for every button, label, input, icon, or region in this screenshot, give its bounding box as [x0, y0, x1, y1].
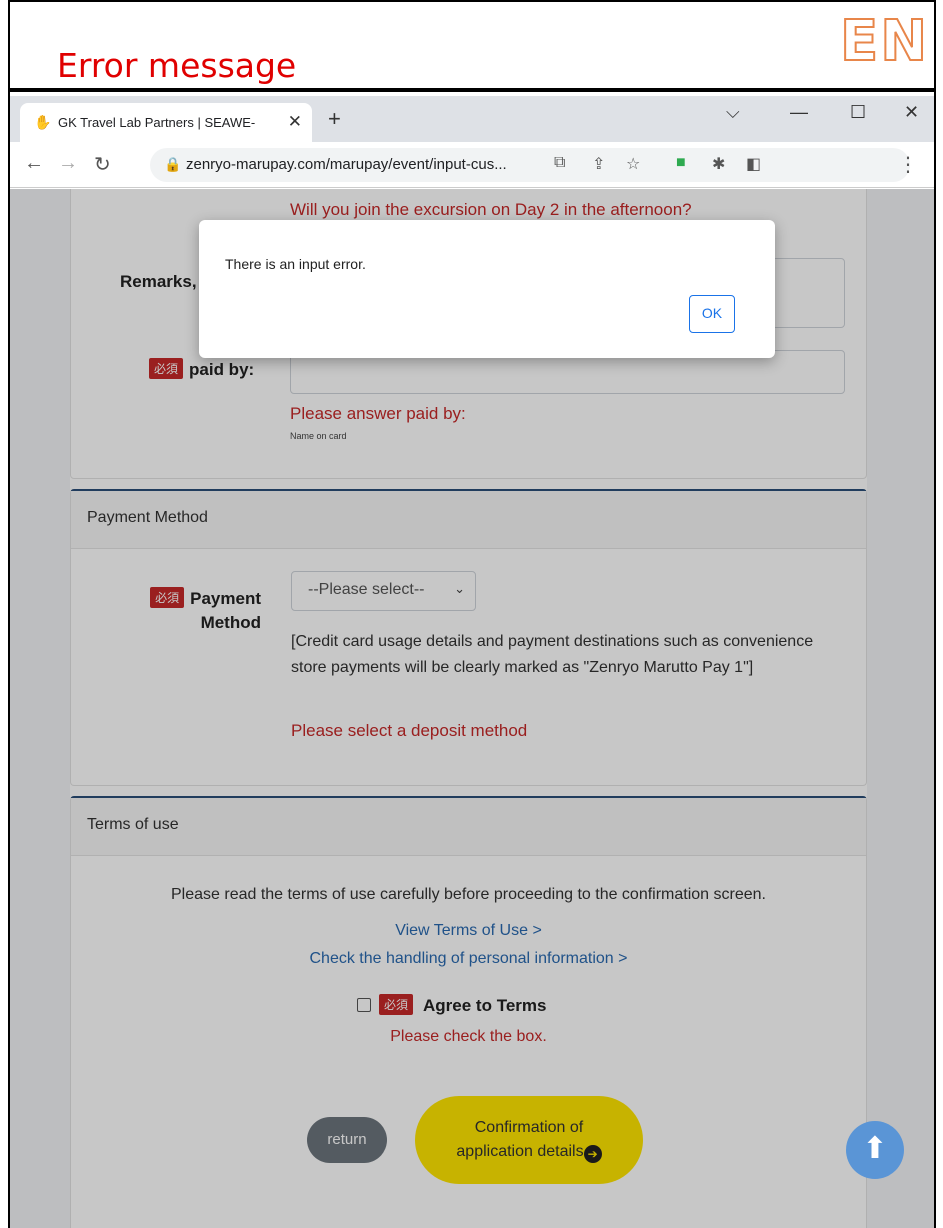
maximize-icon[interactable]: ☐ — [850, 102, 866, 123]
new-tab-button[interactable]: + — [328, 106, 341, 132]
window-close-icon[interactable]: ✕ — [904, 102, 919, 123]
url-text[interactable]: zenryo-marupay.com/marupay/event/input-c… — [186, 156, 507, 173]
translate-icon[interactable]: ⧉ — [554, 154, 565, 172]
url-omnibox[interactable]: 🔒 zenryo-marupay.com/marupay/event/input… — [150, 148, 910, 182]
back-icon[interactable]: ← — [24, 152, 44, 175]
tab-title: GK Travel Lab Partners | SEAWE- — [58, 115, 256, 130]
annotation-title: Error message — [57, 46, 297, 85]
browser-tab-bar: ✋ GK Travel Lab Partners | SEAWE- ✕ + ⌵ … — [10, 96, 934, 142]
language-badge-text: EN — [839, 9, 930, 74]
arrow-up-icon: ⬆ — [862, 1132, 888, 1165]
puzzle-icon[interactable]: ✱ — [712, 154, 725, 174]
dialog-message: There is an input error. — [225, 256, 366, 272]
minimize-icon[interactable]: — — [790, 102, 808, 123]
site-favicon-icon: ✋ — [34, 114, 52, 130]
annotation-header: Error message EN — [10, 2, 934, 92]
browser-address-bar: ← → ↻ 🔒 zenryo-marupay.com/marupay/event… — [10, 142, 934, 188]
browser-tab[interactable]: ✋ GK Travel Lab Partners | SEAWE- ✕ — [20, 103, 312, 142]
scroll-to-top-button[interactable]: ⬆ — [846, 1121, 904, 1179]
language-badge: EN — [839, 9, 930, 74]
share-icon[interactable]: ⇪ — [592, 154, 605, 174]
forward-icon[interactable]: → — [58, 152, 78, 175]
tab-search-icon[interactable]: ⌵ — [726, 102, 740, 123]
dialog-ok-button[interactable]: OK — [689, 295, 735, 333]
reload-icon[interactable]: ↻ — [94, 152, 111, 177]
screenshot-frame: Error message EN ✋ GK Travel Lab Partner… — [8, 0, 936, 1228]
extension-green-icon[interactable]: ■ — [676, 154, 686, 172]
star-icon[interactable]: ☆ — [626, 154, 640, 174]
tab-close-icon[interactable]: ✕ — [288, 112, 302, 132]
lock-icon[interactable]: 🔒 — [164, 156, 181, 173]
sidepanel-icon[interactable]: ◧ — [746, 154, 761, 174]
menu-icon[interactable]: ⋮ — [898, 152, 918, 177]
alert-dialog: There is an input error. OK — [199, 220, 775, 358]
